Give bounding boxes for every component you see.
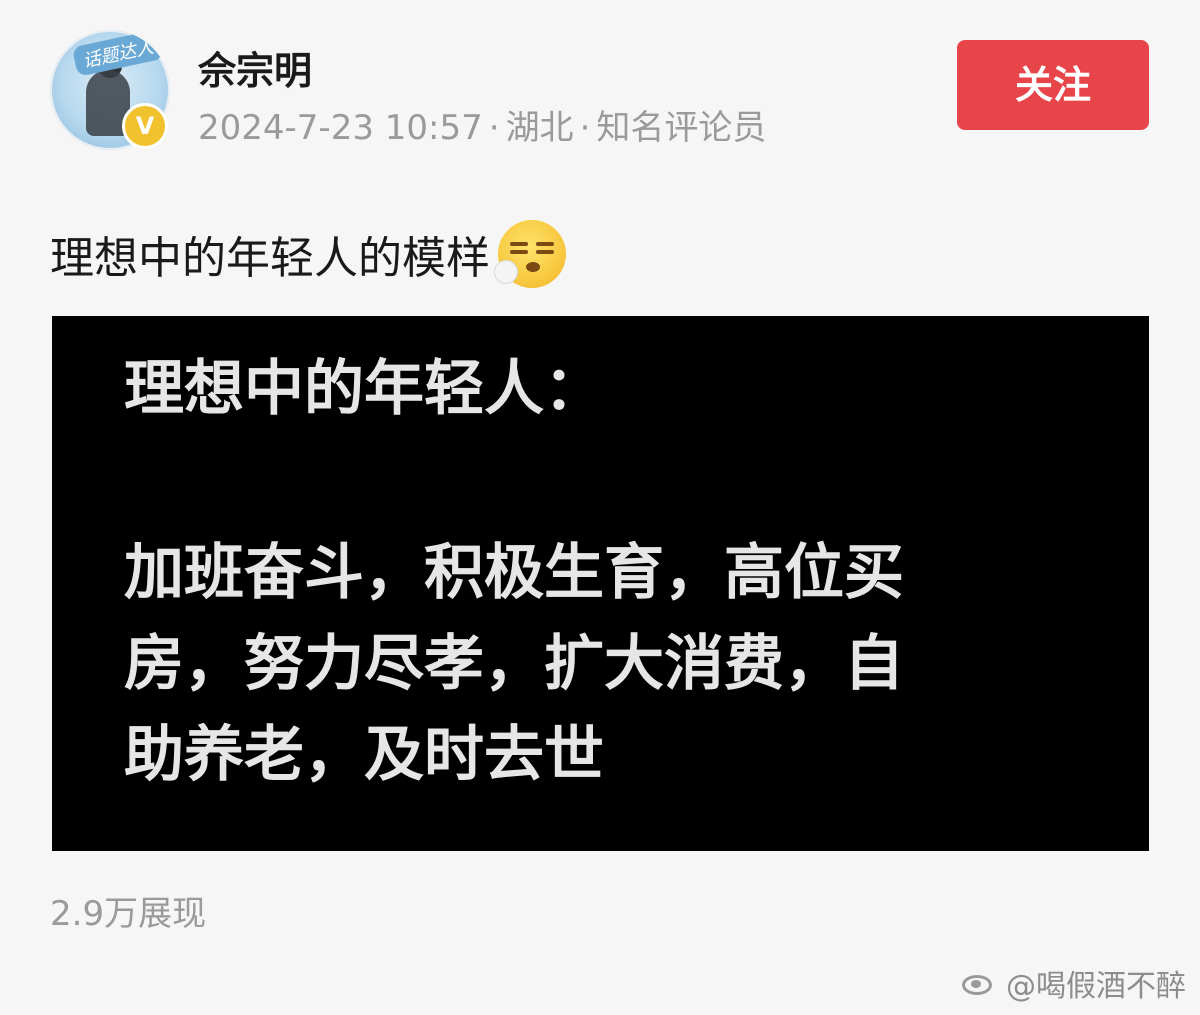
view-count: 2.9万展现 [50, 894, 207, 934]
post-location: 湖北 [505, 108, 574, 148]
emoji-eye [510, 250, 528, 254]
emoji-eye [536, 250, 554, 254]
weibo-logo-icon [960, 969, 1000, 997]
emoji-mouth [526, 262, 540, 272]
meta-separator: · [579, 108, 591, 148]
verified-icon: V [122, 103, 168, 149]
emoji-eye [510, 242, 528, 246]
emoji-puff [494, 260, 518, 284]
username[interactable]: 佘宗明 [198, 40, 312, 95]
post-text: 理想中的年轻人的模样 [50, 220, 566, 288]
post-image[interactable]: 理想中的年轻人： 加班奋斗，积极生育，高位买 房，努力尽孝，扩大消费，自 助养老… [52, 316, 1149, 851]
emoji-eye [536, 242, 554, 246]
image-body: 加班奋斗，积极生育，高位买 房，努力尽孝，扩大消费，自 助养老，及时去世 [124, 528, 1084, 801]
user-title: 知名评论员 [596, 108, 767, 148]
post-timestamp: 2024-7-23 10:57 [198, 108, 483, 148]
image-line: 助养老，及时去世 [124, 720, 604, 790]
post-body-text: 理想中的年轻人的模样 [50, 233, 490, 284]
post-meta: 2024-7-23 10:57 · 湖北 · 知名评论员 [198, 100, 766, 149]
meta-separator: · [488, 108, 500, 148]
watermark-text: @喝假酒不醉 [1006, 969, 1186, 1004]
image-line: 房，努力尽孝，扩大消费，自 [124, 629, 904, 699]
sigh-face-emoji-icon [494, 220, 566, 288]
follow-button[interactable]: 关注 [957, 40, 1149, 130]
image-line: 加班奋斗，积极生育，高位买 [124, 538, 904, 608]
watermark: @喝假酒不醉 [960, 961, 1186, 1005]
image-title: 理想中的年轻人： [124, 354, 604, 424]
